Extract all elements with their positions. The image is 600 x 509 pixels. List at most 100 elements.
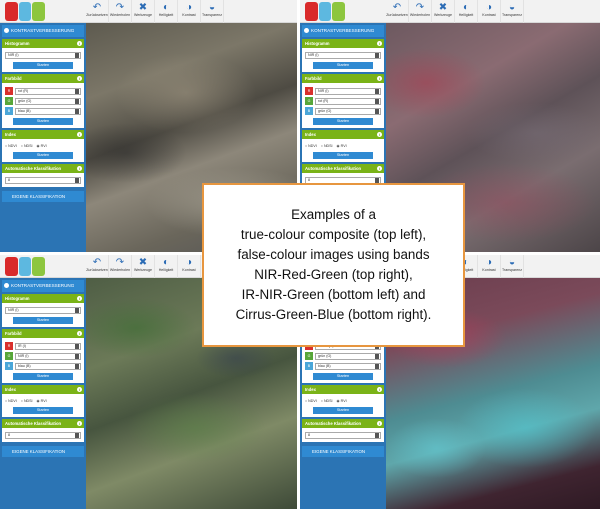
blue-channel-select[interactable]: blau (B) xyxy=(315,362,381,370)
index-start-button[interactable]: Starten xyxy=(313,152,373,159)
radio-rvi[interactable]: RVI xyxy=(337,143,347,149)
undo-button[interactable]: ↶Zurücksetzen xyxy=(86,0,109,23)
radio-ndvi[interactable]: NDVI xyxy=(305,143,317,149)
red-channel-badge: R xyxy=(5,342,13,350)
blue-channel-select[interactable]: blau (B) xyxy=(15,107,81,115)
classification-title: Automatische Klassifikation xyxy=(305,421,362,426)
farbbild-start-button[interactable]: Starten xyxy=(13,373,73,380)
radio-ndvi[interactable]: NDVI xyxy=(5,398,17,404)
index-start-button[interactable]: Starten xyxy=(13,152,73,159)
info-icon[interactable]: i xyxy=(77,331,82,336)
red-channel-select[interactable]: NIR (I) xyxy=(315,87,381,95)
redo-button[interactable]: ↷Wiederholen xyxy=(109,0,132,23)
info-icon[interactable]: i xyxy=(77,41,82,46)
farbbild-start-button[interactable]: Starten xyxy=(313,373,373,380)
index-start-button[interactable]: Starten xyxy=(313,407,373,414)
histogram-band-select[interactable]: NIR (I) xyxy=(305,52,381,59)
brightness-button[interactable]: ◐ Helligkeit xyxy=(455,0,478,23)
caption-line: IR-NIR-Green (bottom left) and xyxy=(241,287,426,302)
tools-button[interactable]: ✖Werkzeuge xyxy=(432,0,455,23)
classification-heading: Automatische Klassifikation i xyxy=(2,419,84,428)
info-icon[interactable]: i xyxy=(77,387,82,392)
info-icon[interactable]: i xyxy=(377,41,382,46)
blue-channel-select[interactable]: blau (B) xyxy=(15,362,81,370)
histogram-title: Histogramm xyxy=(5,296,30,301)
contrast-button[interactable]: ◑ Kontrast xyxy=(178,255,201,278)
radio-ndsi[interactable]: NDSI xyxy=(21,143,33,149)
green-channel-select[interactable]: grün (G) xyxy=(315,352,381,360)
green-channel-badge: G xyxy=(305,352,313,360)
radio-rvi[interactable]: RVI xyxy=(337,398,347,404)
transparency-button[interactable]: ◒Transparenz xyxy=(201,0,224,23)
undo-button[interactable]: ↶Zurücksetzen xyxy=(386,0,409,23)
contrast-enhancement-header[interactable]: KONTRASTVERBESSERUNG xyxy=(2,280,84,292)
info-icon[interactable]: i xyxy=(377,166,382,171)
contrast-enhancement-header[interactable]: KONTRASTVERBESSERUNG xyxy=(2,25,84,37)
class-count-select[interactable]: 8 xyxy=(305,432,381,439)
class-count-select[interactable]: 8 xyxy=(5,432,81,439)
red-channel-badge: R xyxy=(305,87,313,95)
blue-channel-select[interactable]: grün (G) xyxy=(315,107,381,115)
farbbild-start-button[interactable]: Starten xyxy=(13,118,73,125)
toolbar-label: Wiederholen xyxy=(109,268,131,272)
brightness-button[interactable]: ◐ Helligkeit xyxy=(155,255,178,278)
info-icon[interactable]: i xyxy=(77,76,82,81)
redo-button[interactable]: ↷Wiederholen xyxy=(409,0,432,23)
band-row-green: Grot (R) xyxy=(305,97,381,105)
radio-rvi[interactable]: RVI xyxy=(37,143,47,149)
info-icon[interactable]: i xyxy=(77,166,82,171)
info-icon[interactable]: i xyxy=(377,132,382,137)
band-row-blue: Bgrün (G) xyxy=(305,107,381,115)
index-title: Index xyxy=(305,132,316,137)
custom-classification-button[interactable]: EIGENE KLASSIFIKATION xyxy=(302,446,384,457)
custom-classification-button[interactable]: EIGENE KLASSIFIKATION xyxy=(2,446,84,457)
info-icon[interactable]: i xyxy=(77,132,82,137)
info-icon[interactable]: i xyxy=(377,76,382,81)
histogram-band-select[interactable]: NIR (I) xyxy=(5,307,81,314)
classification-section: Automatische Klassifikation i 8 xyxy=(2,419,84,442)
contrast-enhancement-header[interactable]: KONTRASTVERBESSERUNG xyxy=(302,25,384,37)
histogram-heading: Histogramm i xyxy=(2,294,84,303)
histogram-band-select[interactable]: NIR (I) xyxy=(5,52,81,59)
radio-ndsi[interactable]: NDSI xyxy=(21,398,33,404)
transparency-button[interactable]: ◒Transparenz xyxy=(501,255,524,278)
histogram-title: Histogramm xyxy=(305,41,330,46)
farbbild-section: Farbbild i Rrot (R) Ggrün (G) Bblau (B) S… xyxy=(2,74,84,128)
red-channel-select[interactable]: IR (I) xyxy=(15,342,81,350)
radio-ndvi[interactable]: NDVI xyxy=(5,143,17,149)
green-channel-select[interactable]: grün (G) xyxy=(15,97,81,105)
redo-button[interactable]: ↷Wiederholen xyxy=(109,255,132,278)
radio-ndsi[interactable]: NDSI xyxy=(321,143,333,149)
contrast-button[interactable]: ◑ Kontrast xyxy=(178,0,201,23)
histogram-start-button[interactable]: Starten xyxy=(13,317,73,324)
farbbild-section: Farbbild i R NIR (I) Grot (R) Bgrün (G) St… xyxy=(302,74,384,128)
tools-button[interactable]: ✖Werkzeuge xyxy=(132,0,155,23)
farbbild-heading: Farbbild i xyxy=(2,74,84,83)
info-icon[interactable]: i xyxy=(77,421,82,426)
contrast-button[interactable]: ◑ Kontrast xyxy=(478,0,501,23)
band-row-green: Ggrün (G) xyxy=(5,97,81,105)
contrast-button[interactable]: ◑ Kontrast xyxy=(478,255,501,278)
info-icon[interactable]: i xyxy=(377,387,382,392)
tools-button[interactable]: ✖Werkzeuge xyxy=(132,255,155,278)
band-row-blue: Bblau (B) xyxy=(305,362,381,370)
info-icon[interactable]: i xyxy=(377,421,382,426)
undo-button[interactable]: ↶Zurücksetzen xyxy=(86,255,109,278)
green-channel-select[interactable]: NIR (I) xyxy=(15,352,81,360)
index-start-button[interactable]: Starten xyxy=(13,407,73,414)
histogram-start-button[interactable]: Starten xyxy=(313,62,373,69)
class-count-select[interactable]: 8 xyxy=(5,177,81,184)
radio-ndvi[interactable]: NDVI xyxy=(305,398,317,404)
brightness-button[interactable]: ◐ Helligkeit xyxy=(155,0,178,23)
histogram-start-button[interactable]: Starten xyxy=(13,62,73,69)
custom-classification-button[interactable]: EIGENE KLASSIFIKATION xyxy=(2,191,84,202)
transparency-button[interactable]: ◒Transparenz xyxy=(501,0,524,23)
classification-heading: Automatische Klassifikation i xyxy=(2,164,84,173)
index-radio-group: NDVI NDSI RVI xyxy=(305,398,381,404)
red-channel-select[interactable]: rot (R) xyxy=(15,87,81,95)
green-channel-select[interactable]: rot (R) xyxy=(315,97,381,105)
info-icon[interactable]: i xyxy=(77,296,82,301)
farbbild-start-button[interactable]: Starten xyxy=(313,118,373,125)
radio-ndsi[interactable]: NDSI xyxy=(321,398,333,404)
radio-rvi[interactable]: RVI xyxy=(37,398,47,404)
